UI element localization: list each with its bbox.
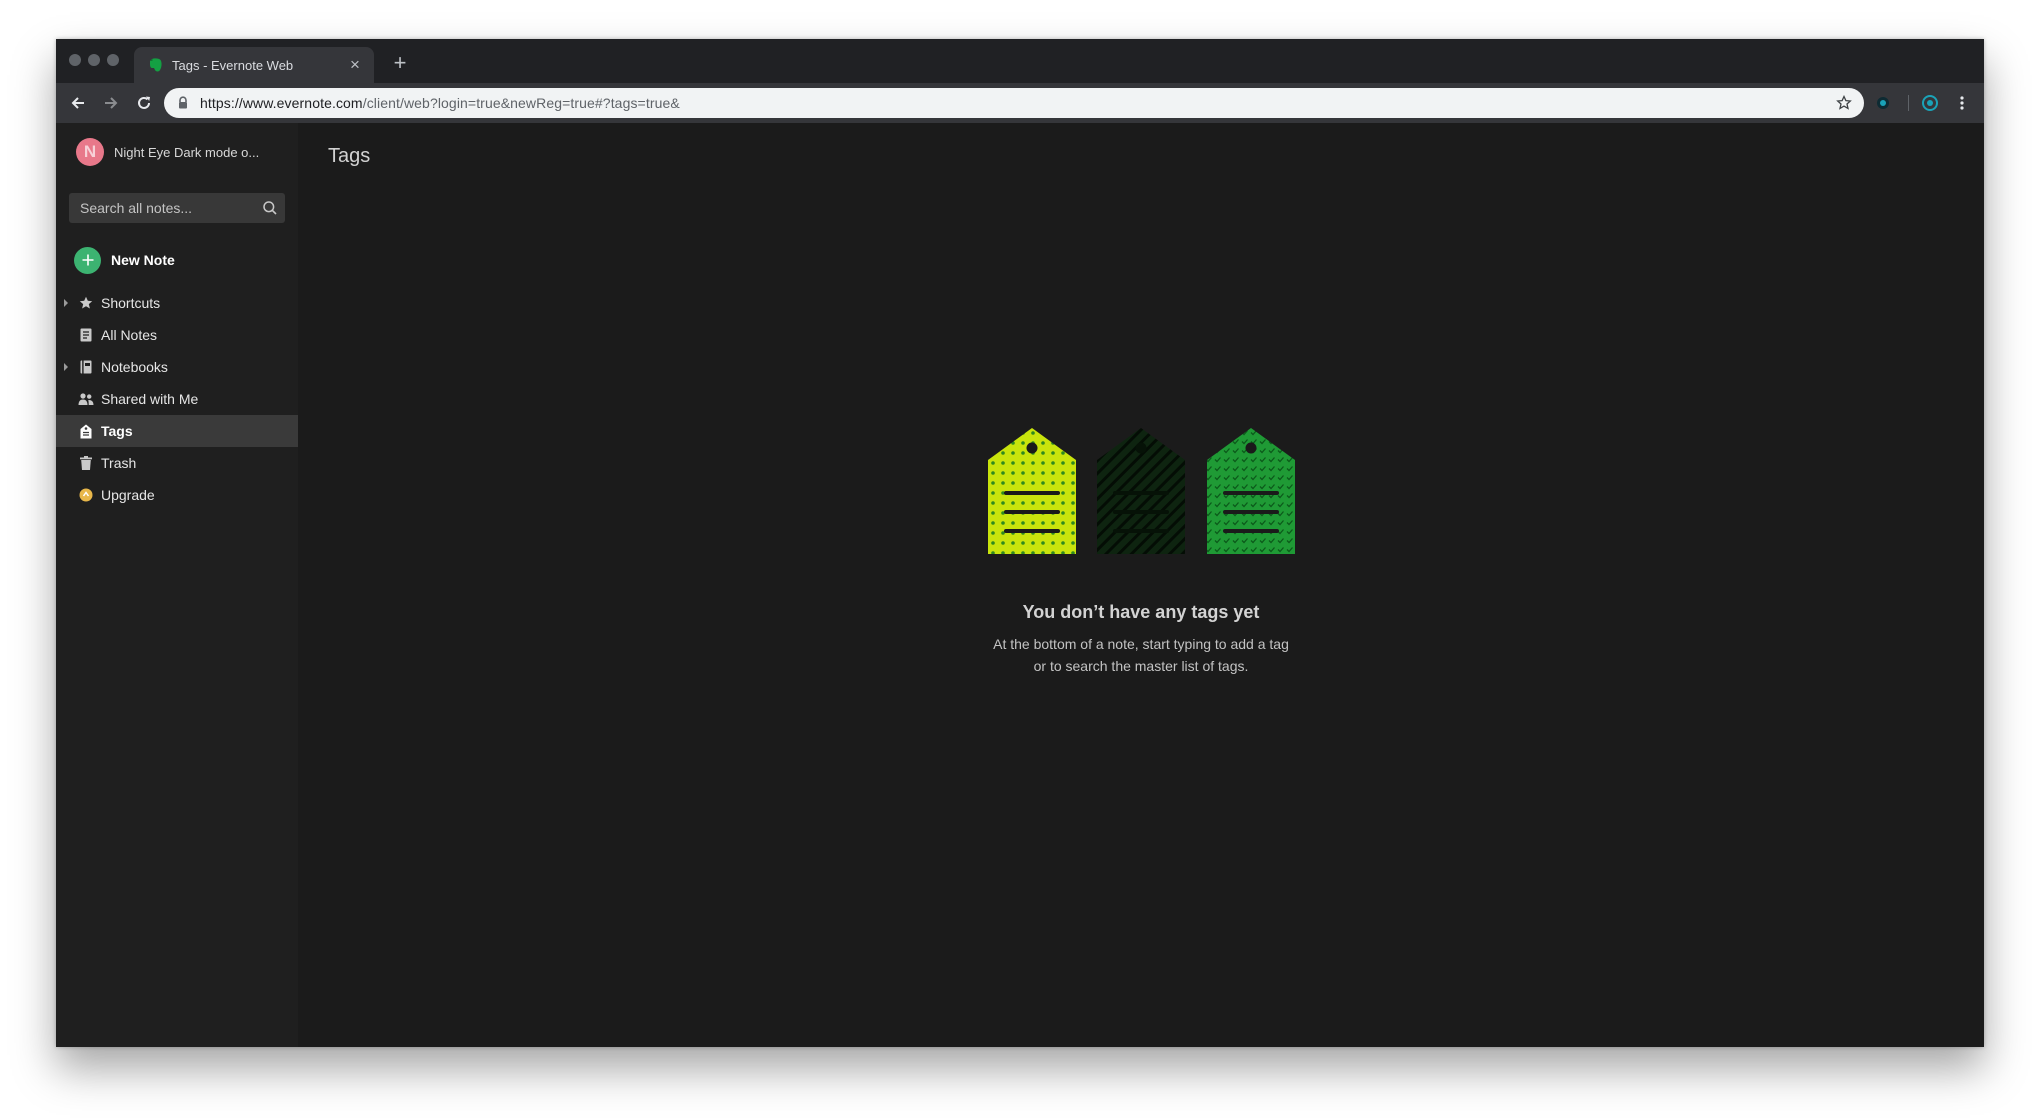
tab-close-button[interactable]: × [344, 54, 366, 76]
expand-caret-icon[interactable] [64, 363, 68, 371]
yellow-tag-shape [988, 428, 1076, 554]
sidebar-item-label: Upgrade [101, 487, 155, 503]
sidebar-item-upgrade[interactable]: Upgrade [56, 479, 298, 511]
tab-strip: Tags - Evernote Web × + [56, 39, 1984, 83]
empty-state-title: You don’t have any tags yet [1022, 602, 1260, 622]
arrow-right-icon [105, 97, 118, 109]
browser-tab[interactable]: Tags - Evernote Web × [134, 47, 374, 83]
empty-state-line: At the bottom of a note, start typing to… [993, 636, 1289, 652]
star-icon [78, 295, 94, 311]
vertical-dots-icon [1960, 96, 1964, 110]
note-icon [78, 327, 94, 343]
sidebar-item-label: Tags [101, 423, 133, 439]
sidebar-item-label: All Notes [101, 327, 158, 343]
plus-icon [74, 246, 101, 274]
account-name: Night Eye Dark mode o... [114, 144, 260, 160]
notebook-icon [78, 359, 94, 375]
address-bar[interactable]: https://www.evernote.com/client/web?logi… [164, 88, 1864, 118]
sidebar-item-tags[interactable]: Tags [56, 415, 298, 447]
search-box [69, 193, 285, 223]
sidebar-nav: Shortcuts All Notes Notebooks Shared wit… [56, 287, 298, 511]
browser-menu-button[interactable] [1950, 91, 1974, 115]
tags-illustration [988, 428, 1295, 554]
tab-title: Tags - Evernote Web [172, 57, 294, 73]
lock-icon [176, 96, 190, 110]
sidebar-item-all-notes[interactable]: All Notes [56, 319, 298, 351]
evernote-elephant-icon [148, 57, 164, 73]
extension-eye-button[interactable] [1873, 93, 1893, 113]
arrow-left-icon [71, 97, 84, 109]
star-outline-icon [1836, 95, 1852, 110]
new-note-button[interactable]: New Note [74, 245, 175, 275]
sidebar-item-shared-with-me[interactable]: Shared with Me [56, 383, 298, 415]
upgrade-badge-icon [78, 487, 94, 503]
empty-state-description: At the bottom of a note, start typing to… [298, 633, 1984, 677]
green-tag-shape [1207, 428, 1295, 554]
url-text: https://www.evernote.com/client/web?logi… [200, 95, 1832, 111]
people-icon [78, 391, 94, 407]
window-maximize-dot[interactable] [107, 54, 119, 66]
sidebar-item-label: Shortcuts [101, 295, 161, 311]
main-panel: Tags You don’t have any tags yet At the … [298, 123, 1984, 1047]
tag-icon [78, 423, 94, 439]
extension-eye-icon [1877, 97, 1889, 109]
sidebar-item-label: Shared with Me [101, 391, 199, 407]
sidebar-item-label: Trash [101, 455, 137, 471]
avatar: N [76, 138, 104, 166]
dark-tag-shape [1097, 428, 1185, 554]
search-input[interactable] [69, 193, 261, 223]
night-eye-icon [1922, 95, 1938, 111]
empty-state: You don’t have any tags yet At the botto… [298, 123, 1984, 1047]
account-switcher[interactable]: N Night Eye Dark mode o... [76, 137, 259, 167]
new-note-label: New Note [111, 252, 175, 268]
evernote-app: N Night Eye Dark mode o... Search all no… [56, 123, 1984, 1047]
empty-state-line: or to search the master list of tags. [1033, 658, 1249, 674]
sidebar-item-trash[interactable]: Trash [56, 447, 298, 479]
window-close-dot[interactable] [69, 54, 81, 66]
sidebar-item-notebooks[interactable]: Notebooks [56, 351, 298, 383]
browser-toolbar: https://www.evernote.com/client/web?logi… [56, 83, 1984, 123]
sidebar: N Night Eye Dark mode o... Search all no… [56, 123, 298, 1047]
back-button[interactable] [66, 91, 90, 115]
url-path: /client/web?login=true&newReg=true#?tags… [362, 95, 680, 111]
trash-icon [78, 455, 94, 471]
forward-button[interactable] [99, 91, 123, 115]
window-minimize-dot[interactable] [88, 54, 100, 66]
search-icon[interactable] [261, 198, 278, 218]
bookmark-star-button[interactable] [1832, 91, 1856, 115]
browser-window: Tags - Evernote Web × + https://www.ever… [56, 39, 1984, 1047]
toolbar-divider [1908, 95, 1909, 111]
sidebar-item-shortcuts[interactable]: Shortcuts [56, 287, 298, 319]
reload-button[interactable] [132, 91, 156, 115]
sidebar-item-label: Notebooks [101, 359, 168, 375]
reload-icon [138, 96, 150, 109]
expand-caret-icon[interactable] [64, 299, 68, 307]
night-eye-extension-button[interactable] [1920, 93, 1940, 113]
url-host: https://www.evernote.com [200, 95, 363, 111]
new-tab-button[interactable]: + [386, 49, 414, 77]
